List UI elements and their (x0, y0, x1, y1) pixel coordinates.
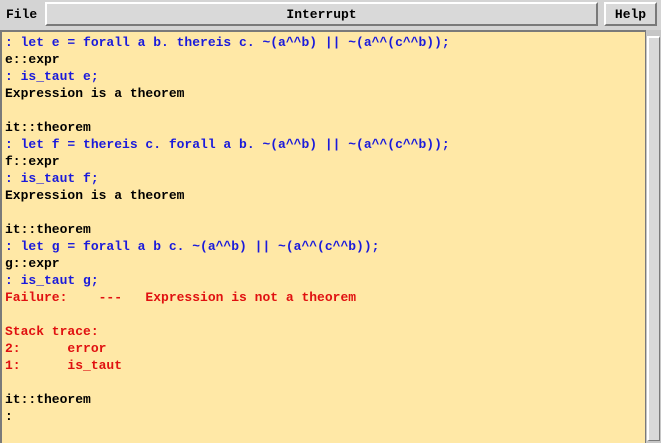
terminal-lines: : let e = forall a b. thereis c. ~(a^^b)… (5, 34, 450, 425)
terminal-line-output: it::theorem (5, 392, 91, 407)
interrupt-button[interactable]: Interrupt (45, 2, 598, 26)
terminal-line-output (5, 102, 450, 119)
terminal-output[interactable]: : let e = forall a b. thereis c. ~(a^^b)… (0, 30, 645, 443)
vertical-scrollbar[interactable] (645, 30, 661, 443)
terminal-line-input: : is_taut f; (5, 171, 99, 186)
terminal-line-output (5, 204, 450, 221)
terminal-line-input: : let e = forall a b. thereis c. ~(a^^b)… (5, 35, 450, 50)
terminal-line-input: : is_taut g; (5, 273, 99, 288)
terminal-line-input: : let g = forall a b c. ~(a^^b) || ~(a^^… (5, 239, 380, 254)
terminal-line-error: Failure: --- Expression is not a theorem (5, 290, 357, 305)
terminal-line-output: it::theorem (5, 120, 91, 135)
scrollbar-thumb[interactable] (647, 36, 660, 441)
terminal-line-output: Expression is a theorem (5, 188, 185, 203)
app-window: File Interrupt Help : let e = forall a b… (0, 0, 661, 443)
terminal-line-output: e::expr (5, 52, 60, 67)
terminal-line-error: Stack trace: (5, 324, 99, 339)
menu-bar: File Interrupt Help (0, 0, 661, 30)
help-button[interactable]: Help (604, 2, 657, 26)
terminal-line-output: it::theorem (5, 222, 91, 237)
terminal-line-output: Expression is a theorem (5, 86, 185, 101)
terminal-line-output: f::expr (5, 154, 60, 169)
file-menu[interactable]: File (0, 2, 44, 26)
terminal-line-output (5, 306, 450, 323)
terminal-line-error: 2: error (5, 341, 107, 356)
terminal-line-output: : (5, 409, 13, 424)
terminal-line-output: g::expr (5, 256, 60, 271)
terminal-line-output (5, 374, 450, 391)
terminal-line-error: 1: is_taut (5, 358, 123, 373)
terminal-line-input: : let f = thereis c. forall a b. ~(a^^b)… (5, 137, 450, 152)
terminal-line-input: : is_taut e; (5, 69, 99, 84)
